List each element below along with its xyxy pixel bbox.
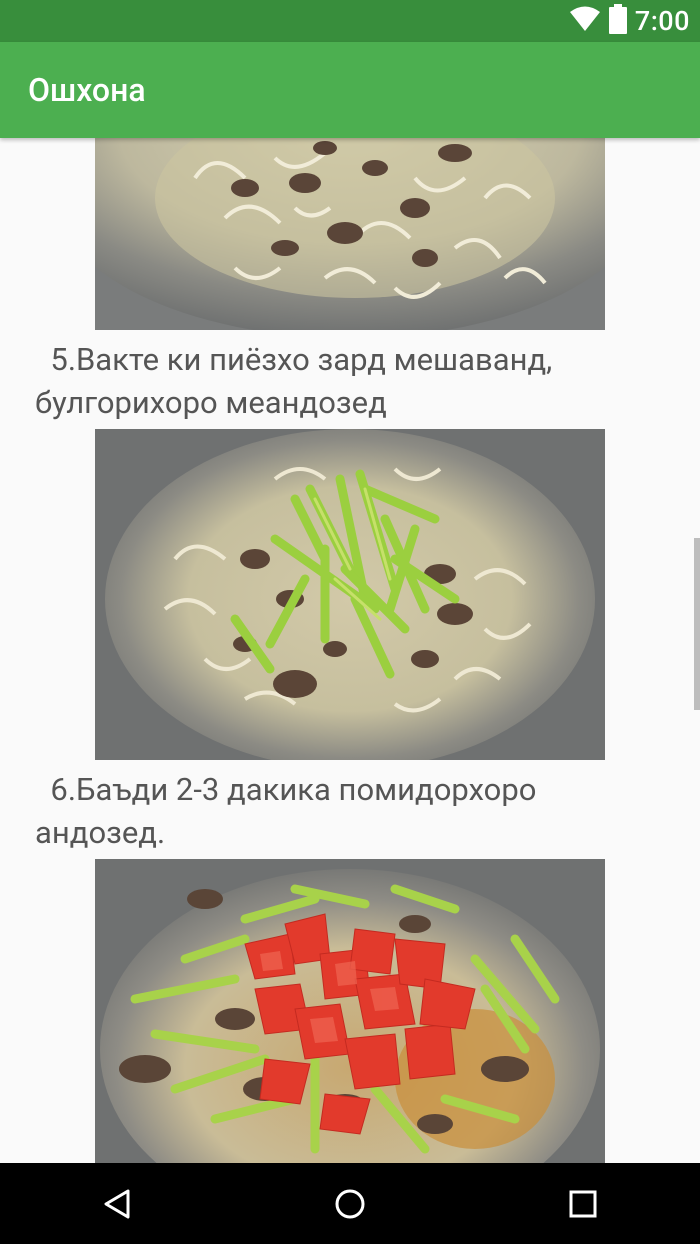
home-icon [335, 1189, 365, 1218]
home-button[interactable] [310, 1163, 390, 1244]
step-photo-onions [95, 138, 605, 330]
recents-button[interactable] [543, 1163, 623, 1244]
step-6-text: 6.Баъди 2-3 дакика помидорхоро андозед. [35, 771, 545, 851]
scrollbar-thumb[interactable] [694, 538, 700, 710]
recents-icon [569, 1190, 597, 1217]
app-bar: Ошхона [0, 42, 700, 138]
app-title: Ошхона [28, 71, 146, 109]
battery-icon [608, 4, 627, 38]
wifi-icon [569, 6, 601, 36]
step-5-text: 5.Вакте ки пиёзхо зард мешаванд, булгори… [35, 341, 560, 421]
recipe-content[interactable]: 5.Вакте ки пиёзхо зард мешаванд, булгори… [0, 138, 700, 1163]
step-photo-tomatoes [95, 859, 605, 1163]
step-photo-peppers [95, 429, 605, 760]
status-time: 7:00 [634, 5, 690, 37]
back-icon [104, 1189, 130, 1218]
back-button[interactable] [77, 1163, 157, 1244]
navigation-bar [0, 1163, 700, 1244]
status-bar: 7:00 [0, 0, 700, 42]
